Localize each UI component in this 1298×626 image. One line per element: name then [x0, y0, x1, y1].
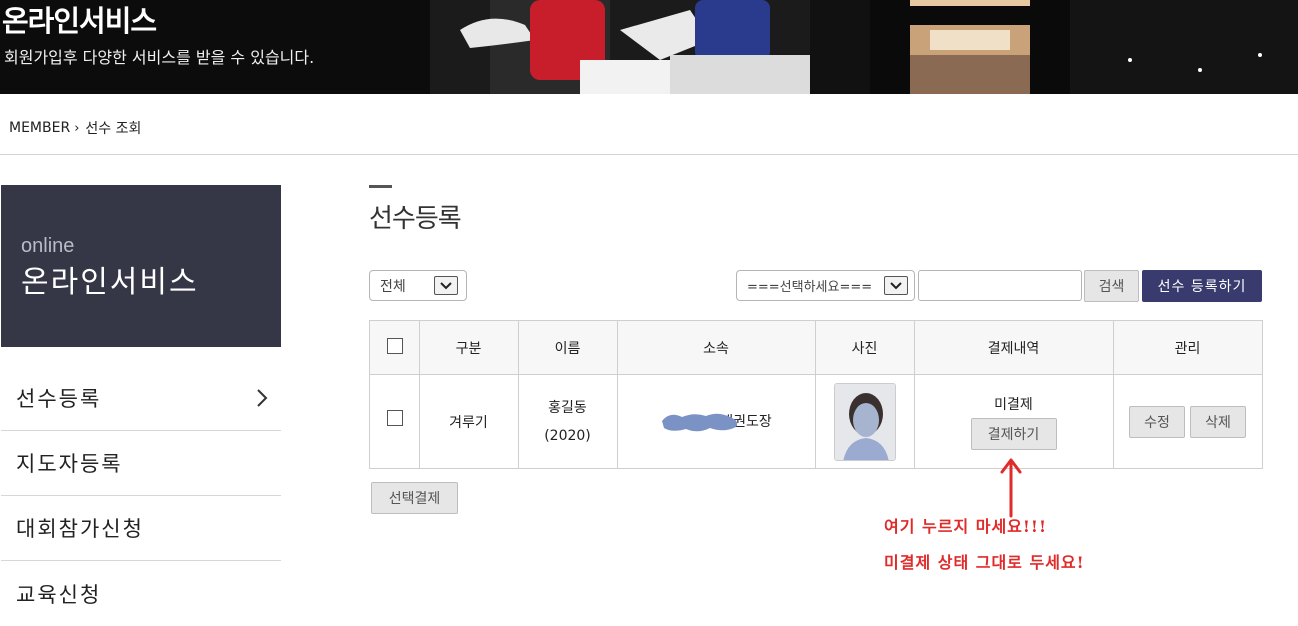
payment-status: 미결제 [994, 396, 1033, 413]
edit-button[interactable]: 수정 [1129, 405, 1185, 438]
delete-button[interactable]: 삭제 [1190, 405, 1246, 438]
category-filter-value: 전체 [380, 278, 406, 295]
taekwondo-banner-image [430, 0, 870, 94]
chevron-down-icon [884, 276, 908, 295]
sidebar-item-label: 선수등록 [16, 387, 102, 411]
banner-title: 온라인서비스 [2, 4, 157, 38]
sidebar-header: online 온라인서비스 [1, 185, 281, 347]
header-affiliation: 소속 [703, 341, 729, 357]
cell-payment: 미결제 결제하기 [914, 375, 1113, 468]
select-all-cell [370, 321, 419, 375]
red-arrow-annotation [1000, 458, 1022, 518]
sidebar-item-competition-application[interactable]: 대회참가신청 [1, 496, 281, 561]
breadcrumb-separator: › [74, 120, 80, 136]
search-button[interactable]: 검색 [1084, 270, 1139, 302]
heading-accent-bar [369, 185, 392, 188]
chevron-down-icon [434, 276, 458, 295]
breadcrumb: MEMBER › 선수 조회 [9, 118, 141, 138]
pay-button[interactable]: 결제하기 [970, 417, 1057, 450]
page-title: 선수등록 [369, 204, 462, 234]
sidebar-item-education-application[interactable]: 교육신청 [1, 561, 281, 626]
search-field-value: ===선택하세요=== [747, 280, 873, 295]
player-year: (2020) [544, 427, 591, 444]
header-photo: 사진 [851, 341, 878, 357]
search-field-select[interactable]: ===선택하세요=== [736, 270, 915, 301]
player-name: 홍길동 [548, 399, 587, 416]
sidebar-title: 온라인서비스 [21, 265, 199, 300]
header-category: 구분 [455, 341, 482, 357]
divider [0, 154, 1298, 155]
header-manage: 관리 [1174, 341, 1201, 357]
stage-banner-image [870, 0, 1298, 94]
cell-name: 홍길동 (2020) [518, 375, 617, 468]
breadcrumb-root[interactable]: MEMBER [9, 120, 70, 136]
header-name: 이름 [554, 341, 581, 357]
breadcrumb-current: 선수 조회 [85, 121, 142, 137]
cell-affiliation: 태권도장 [617, 375, 815, 468]
sidebar-item-label: 지도자등록 [16, 452, 123, 476]
annotation-line-1: 여기 누르지 마세요!!! [884, 517, 1047, 536]
annotation-line-2: 미결제 상태 그대로 두세요! [884, 553, 1085, 572]
bulk-pay-button[interactable]: 선택결제 [371, 482, 458, 514]
sidebar-item-player-registration[interactable]: 선수등록 [1, 366, 281, 431]
row-checkbox[interactable] [386, 409, 403, 426]
top-banner: 온라인서비스 회원가입후 다양한 서비스를 받을 수 있습니다. [0, 0, 1298, 94]
cell-category: 겨루기 [449, 414, 488, 431]
chevron-right-icon [257, 389, 268, 407]
select-all-checkbox[interactable] [386, 338, 403, 354]
header-payment: 결제내역 [987, 341, 1040, 357]
redaction-mark [662, 413, 738, 431]
cell-manage: 수정 삭제 [1113, 375, 1262, 468]
sidebar-label-en: online [21, 235, 75, 257]
sidebar-item-label: 교육신청 [16, 582, 102, 607]
player-table: 구분 이름 소속 사진 결제내역 관리 겨루기 홍길동 (2020) 태권도장 … [369, 320, 1263, 469]
player-photo [833, 382, 896, 461]
sidebar-item-label: 대회참가신청 [16, 517, 144, 541]
cell-photo [815, 375, 914, 468]
row-select-cell [370, 375, 419, 468]
register-player-button[interactable]: 선수 등록하기 [1142, 270, 1262, 302]
sidebar-item-coach-registration[interactable]: 지도자등록 [1, 431, 281, 496]
category-filter-select[interactable]: 전체 [369, 270, 467, 301]
search-input[interactable] [918, 270, 1082, 301]
banner-subtitle: 회원가입후 다양한 서비스를 받을 수 있습니다. [4, 48, 315, 67]
